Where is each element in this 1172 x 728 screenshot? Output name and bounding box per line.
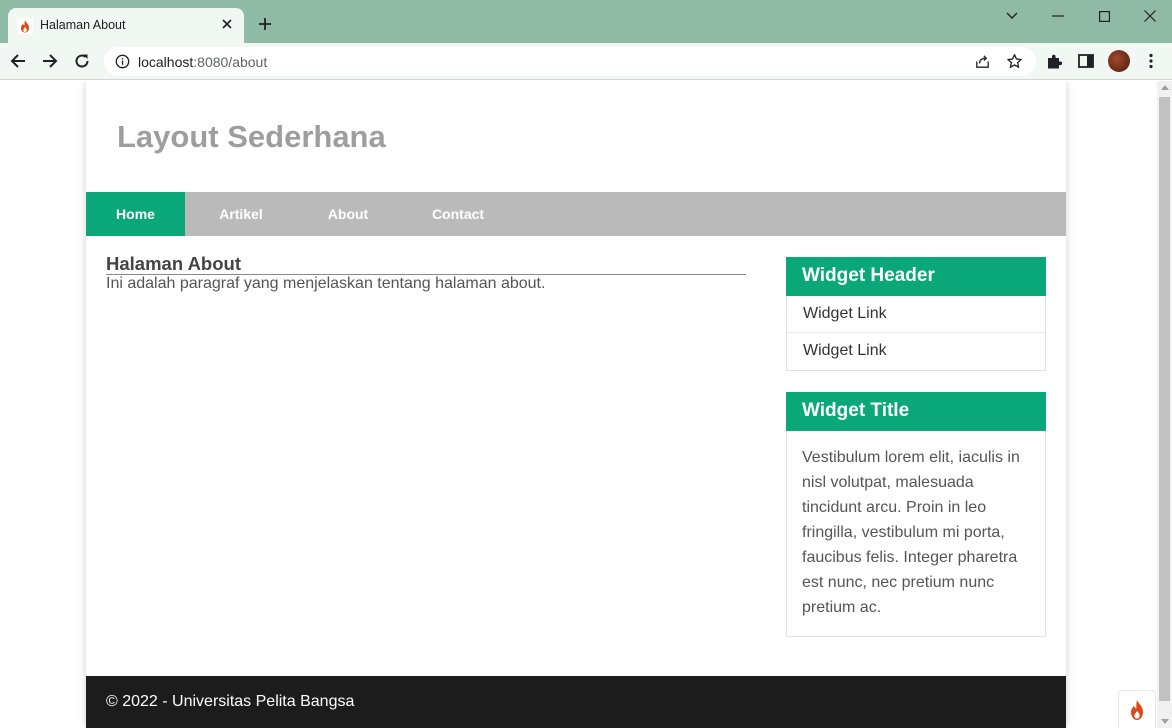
arrow-right-icon[interactable] [40, 51, 60, 71]
kebab-menu-icon[interactable] [1142, 52, 1160, 70]
url-text: localhost:8080/about [138, 54, 267, 70]
browser-toolbar: localhost:8080/about [0, 43, 1172, 80]
url-host: localhost [138, 54, 194, 70]
browser-tab[interactable]: Halaman About [8, 8, 244, 43]
site-title: Layout Sederhana [117, 119, 386, 154]
plus-icon[interactable] [255, 14, 275, 34]
tab-search-chevron-icon[interactable] [1000, 6, 1024, 26]
vertical-scrollbar[interactable] [1157, 81, 1172, 728]
nav-link-contact[interactable]: Contact [399, 192, 517, 236]
widget-link-2[interactable]: Widget Link [787, 333, 1045, 370]
tab-title: Halaman About [40, 18, 126, 32]
scroll-up-arrow-icon[interactable] [1161, 85, 1169, 90]
scroll-down-arrow-icon[interactable] [1161, 719, 1169, 724]
main-content: Halaman About Ini adalah paragraf yang m… [106, 254, 746, 293]
info-icon[interactable] [115, 54, 130, 69]
arrow-left-icon[interactable] [8, 51, 28, 71]
puzzle-icon[interactable] [1045, 52, 1063, 70]
side-panel-icon[interactable] [1077, 52, 1095, 70]
url-path: :8080/about [193, 54, 268, 70]
page-paragraph: Ini adalah paragraf yang menjelaskan ten… [106, 275, 546, 292]
main-nav: Home Artikel About Contact [86, 192, 1066, 236]
address-bar[interactable]: localhost:8080/about [104, 47, 1036, 76]
close-icon[interactable] [218, 15, 236, 33]
browser-tab-bar: Halaman About [0, 0, 1172, 43]
widget-title-heading: Widget Title [786, 392, 1046, 431]
nav-link-home[interactable]: Home [86, 192, 185, 236]
page-container: Layout Sederhana Home Artikel About Cont… [86, 81, 1066, 728]
share-icon[interactable] [974, 53, 991, 70]
nav-link-artikel[interactable]: Artikel [185, 192, 297, 236]
page-heading: Halaman About [106, 254, 746, 275]
scroll-thumb[interactable] [1159, 97, 1170, 701]
widget-title-box: Widget Title Vestibulum lorem elit, iacu… [786, 392, 1046, 637]
page-viewport: Layout Sederhana Home Artikel About Cont… [0, 81, 1157, 728]
reload-icon[interactable] [72, 51, 92, 71]
widget-header-box: Widget Header Widget Link Widget Link [786, 257, 1046, 371]
widget-link-1[interactable]: Widget Link [787, 296, 1045, 333]
debug-toolbar-button[interactable] [1118, 690, 1156, 728]
minimize-icon[interactable] [1046, 6, 1070, 26]
widget-body-text: Vestibulum lorem elit, iaculis in nisl v… [802, 449, 1020, 616]
nav-link-about[interactable]: About [297, 192, 399, 236]
flame-icon [17, 18, 33, 34]
profile-avatar[interactable] [1108, 50, 1130, 72]
codeigniter-flame-icon [1131, 699, 1143, 720]
maximize-icon[interactable] [1092, 6, 1116, 26]
site-footer: © 2022 - Universitas Pelita Bangsa [86, 676, 1066, 728]
footer-copyright: © 2022 - Universitas Pelita Bangsa [106, 693, 355, 710]
widget-header-title: Widget Header [786, 257, 1046, 296]
site-header: Layout Sederhana [86, 81, 1066, 192]
close-window-icon[interactable] [1138, 6, 1162, 26]
star-icon[interactable] [1006, 53, 1023, 70]
